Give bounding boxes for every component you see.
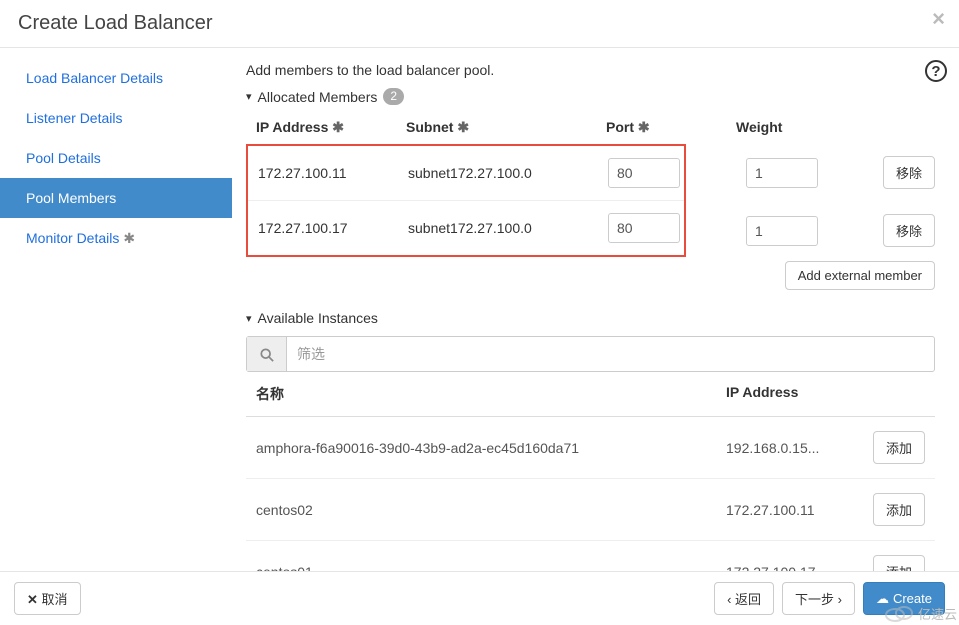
- col-port-label: Port: [606, 119, 634, 135]
- allocated-row-right: 移除: [686, 201, 935, 259]
- modal-header: Create Load Balancer ×: [0, 0, 959, 48]
- required-asterisk-icon: ✱: [457, 119, 469, 135]
- cancel-button[interactable]: ✕ 取消: [14, 582, 81, 615]
- back-button[interactable]: ‹ 返回: [714, 582, 774, 615]
- available-row: centos02 172.27.100.11 添加: [246, 479, 935, 541]
- available-instances-title: Available Instances: [258, 310, 378, 326]
- sidebar-item-label: Listener Details: [26, 110, 123, 126]
- main-panel: Add members to the load balancer pool. ▾…: [232, 48, 959, 617]
- available-column-headers: 名称 IP Address: [246, 372, 935, 417]
- search-icon[interactable]: [247, 337, 287, 371]
- available-instances-toggle[interactable]: ▾ Available Instances: [246, 310, 935, 326]
- sidebar-item-label: Monitor Details: [26, 230, 119, 246]
- remove-button[interactable]: 移除: [883, 214, 935, 247]
- available-row: amphora-f6a90016-39d0-43b9-ad2a-ec45d160…: [246, 417, 935, 479]
- chevron-down-icon: ▾: [246, 90, 252, 103]
- allocated-highlight-box: 172.27.100.11 subnet172.27.100.0 172.27.…: [246, 144, 686, 257]
- col-subnet-label: Subnet: [406, 119, 453, 135]
- allocated-rows: 172.27.100.11 subnet172.27.100.0 172.27.…: [246, 144, 935, 259]
- add-button[interactable]: 添加: [873, 493, 925, 526]
- allocated-row: 172.27.100.17 subnet172.27.100.0: [248, 200, 684, 255]
- intro-text: Add members to the load balancer pool.: [246, 62, 935, 78]
- sidebar-item-pool-members[interactable]: Pool Members: [0, 178, 232, 218]
- add-external-member-button[interactable]: Add external member: [785, 261, 935, 290]
- col-ip-label: IP Address: [726, 384, 865, 404]
- sidebar-item-label: Pool Members: [26, 190, 116, 206]
- add-button[interactable]: 添加: [873, 431, 925, 464]
- cell-subnet: subnet172.27.100.0: [408, 220, 608, 236]
- chevron-down-icon: ▾: [246, 312, 252, 325]
- allocated-row-right: 移除: [686, 144, 935, 201]
- close-icon: ✕: [27, 592, 38, 607]
- port-input[interactable]: [608, 158, 680, 188]
- sidebar-item-pool-details[interactable]: Pool Details: [0, 138, 232, 178]
- filter-input[interactable]: [287, 337, 934, 371]
- required-asterisk-icon: ✱: [638, 119, 650, 135]
- weight-input[interactable]: [746, 158, 818, 188]
- cell-ip: 172.27.100.17: [258, 220, 408, 236]
- cell-ip: 172.27.100.11: [258, 165, 408, 181]
- sidebar-item-label: Pool Details: [26, 150, 101, 166]
- allocated-row: 172.27.100.11 subnet172.27.100.0: [248, 146, 684, 200]
- wizard-sidebar: Load Balancer Details Listener Details P…: [0, 48, 232, 617]
- cloud-icon: ☁: [876, 591, 889, 606]
- required-asterisk-icon: ✱: [332, 119, 344, 135]
- create-button[interactable]: ☁Create: [863, 582, 945, 615]
- col-ip-label: IP Address: [256, 119, 328, 135]
- cell-name: centos02: [256, 502, 726, 518]
- allocated-column-headers: IP Address ✱ Subnet ✱ Port ✱ Weight: [246, 113, 935, 144]
- cell-ip: 192.168.0.15...: [726, 440, 865, 456]
- port-input[interactable]: [608, 213, 680, 243]
- sidebar-item-lb-details[interactable]: Load Balancer Details: [0, 58, 232, 98]
- sidebar-item-label: Load Balancer Details: [26, 70, 163, 86]
- required-asterisk-icon: ✱: [123, 230, 135, 246]
- next-button[interactable]: 下一步 ›: [782, 582, 855, 615]
- weight-input[interactable]: [746, 216, 818, 246]
- col-name-label: 名称: [256, 384, 726, 404]
- remove-button[interactable]: 移除: [883, 156, 935, 189]
- close-icon[interactable]: ×: [932, 8, 945, 30]
- modal-footer: ✕ 取消 ‹ 返回 下一步 › ☁Create: [0, 571, 959, 625]
- allocated-count-badge: 2: [383, 88, 404, 105]
- modal-body: Load Balancer Details Listener Details P…: [0, 48, 959, 617]
- modal-title: Create Load Balancer: [18, 12, 941, 35]
- col-weight-label: Weight: [736, 119, 782, 135]
- allocated-members-toggle[interactable]: ▾ Allocated Members 2: [246, 88, 935, 105]
- sidebar-item-listener-details[interactable]: Listener Details: [0, 98, 232, 138]
- cell-subnet: subnet172.27.100.0: [408, 165, 608, 181]
- cell-name: amphora-f6a90016-39d0-43b9-ad2a-ec45d160…: [256, 440, 726, 456]
- filter-bar: [246, 336, 935, 372]
- allocated-members-title: Allocated Members: [258, 89, 378, 105]
- cell-ip: 172.27.100.11: [726, 502, 865, 518]
- sidebar-item-monitor-details[interactable]: Monitor Details✱: [0, 218, 232, 259]
